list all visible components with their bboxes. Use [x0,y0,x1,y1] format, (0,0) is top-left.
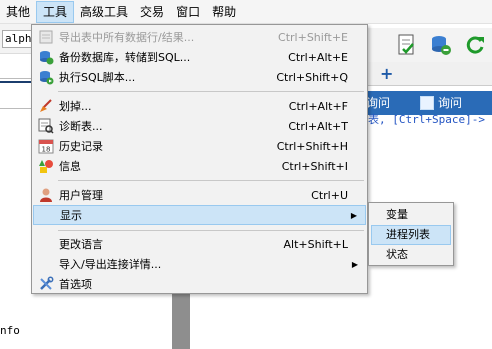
menu-separator [58,91,364,92]
menu-item-diagnose[interactable]: 诊断表... Ctrl+Alt+T [33,116,366,136]
menu-item-shortcut: Ctrl+Alt+T [288,119,348,133]
menu-item-change-language[interactable]: 更改语言 Alt+Shift+L [33,234,366,254]
menu-item-shortcut: Alt+Shift+L [283,237,348,251]
menu-item-run-sql[interactable]: 执行SQL脚本... Ctrl+Shift+Q [33,67,366,87]
menu-item-shortcut: Ctrl+Alt+F [288,99,348,113]
submenu-item-status[interactable]: 状态 [371,245,451,265]
menu-item-label: 导出表中所有数据行/结果... [59,31,195,44]
menu-item-shortcut: Ctrl+U [311,188,348,202]
main-toolbar [355,28,492,62]
menu-separator [58,180,364,181]
submenu-arrow-icon: ▶ [350,210,357,220]
add-tab-button[interactable]: + [380,64,393,83]
menu-item-export[interactable]: 导出表中所有数据行/结果... Ctrl+Shift+E [33,27,366,47]
menu-item-label: 备份数据库，转储到SQL... [59,51,191,64]
menu-item-backup-db[interactable]: 备份数据库，转储到SQL... Ctrl+Alt+E [33,47,366,67]
menu-item-label: 历史记录 [59,140,103,153]
menu-item-preferences[interactable]: 首选项 [33,274,366,294]
menu-item-label: 更改语言 [59,238,103,251]
menubar: 其他 工具 高级工具 交易 窗口 帮助 [0,0,492,24]
menu-transactions[interactable]: 交易 [134,1,170,23]
diagnose-icon [38,118,54,134]
menu-item-shortcut: Ctrl+Shift+Q [276,70,348,84]
menu-item-label: 首选项 [59,278,92,291]
menu-item-shortcut: Ctrl+Alt+E [288,50,348,64]
menu-advanced-tools[interactable]: 高级工具 [74,1,134,23]
editor-hint: 表, [Ctrl+Space]-> 列 [368,113,492,126]
query-button-1-label: 询问 [366,96,391,110]
backup-db-icon [38,49,54,65]
menu-item-import-export-connections[interactable]: 导入/导出连接详情... ▶ [33,254,366,274]
menu-separator [58,230,364,231]
submenu-arrow-icon: ▶ [351,259,358,269]
menu-item-flush[interactable]: 划掉... Ctrl+Alt+F [33,96,366,116]
query-button-2-label: 询问 [438,96,463,110]
menu-item-label: 划掉... [59,100,92,113]
broom-icon [38,98,54,114]
checklist-icon[interactable] [395,33,419,57]
menu-other[interactable]: 其他 [0,1,36,23]
menu-item-label: 诊断表... [59,120,103,133]
menu-item-shortcut: Ctrl+Shift+I [281,159,348,173]
menu-item-display[interactable]: 显示 ▶ [33,205,366,225]
export-icon [38,29,54,45]
database-sync-icon[interactable] [429,33,453,57]
menu-item-label: 信息 [59,160,81,173]
info-shapes-icon [38,158,54,174]
menu-item-user-manager[interactable]: 用户管理 Ctrl+U [33,185,366,205]
menu-item-history[interactable]: 18 历史记录 Ctrl+Shift+H [33,136,366,156]
menu-tools[interactable]: 工具 [36,0,75,23]
menu-window[interactable]: 窗口 [170,1,206,23]
query-button-2[interactable]: 询问 [420,93,462,113]
menu-item-info[interactable]: 信息 Ctrl+Shift+I [33,156,366,176]
menu-item-label: 执行SQL脚本... [59,71,136,84]
query-button-1[interactable]: 询问 [366,93,390,113]
svg-text:18: 18 [42,146,51,154]
refresh-icon[interactable] [463,33,487,57]
tree-item-text[interactable]: nfo [0,324,20,337]
calendar-icon: 18 [38,138,54,154]
query-icon [420,96,434,110]
submenu-item-variables[interactable]: 变量 [371,205,451,225]
submenu-item-process-list[interactable]: 进程列表 [371,225,451,245]
menu-item-label: 导入/导出连接详情... [59,258,162,271]
menu-item-shortcut: Ctrl+Shift+H [276,139,348,153]
menu-help[interactable]: 帮助 [206,1,242,23]
wrench-icon [38,276,54,292]
menu-item-label: 用户管理 [59,189,103,202]
run-sql-icon [38,69,54,85]
user-icon [38,187,54,203]
display-submenu: 变量 进程列表 状态 [368,202,454,266]
menu-item-shortcut: Ctrl+Shift+E [278,30,348,44]
tools-menu: 导出表中所有数据行/结果... Ctrl+Shift+E 备份数据库，转储到SQ… [31,24,368,294]
menu-item-label: 显示 [60,209,82,222]
